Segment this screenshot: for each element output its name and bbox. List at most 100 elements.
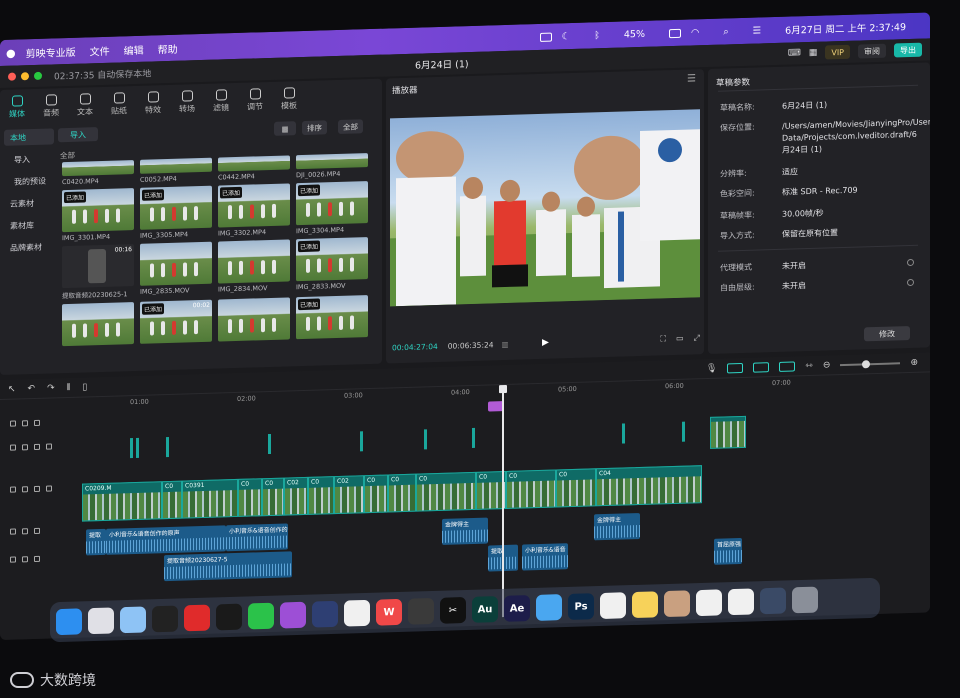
search-icon[interactable]: ⌕ xyxy=(723,26,728,37)
overlay-clip[interactable] xyxy=(682,421,685,442)
media-thumbnail[interactable]: 已添加 IMG_3301.MP4 xyxy=(62,188,134,242)
tool-adjust[interactable]: 调节 xyxy=(244,88,266,113)
video-clip[interactable]: C0209.M xyxy=(82,481,162,522)
delete-icon[interactable]: ▯ xyxy=(82,382,87,392)
tool-text[interactable]: 文本 xyxy=(74,93,96,118)
lock-icon[interactable] xyxy=(22,486,28,493)
video-clip[interactable]: C0391 xyxy=(182,478,238,519)
video-clip[interactable]: C0 xyxy=(506,469,556,509)
clover-icon[interactable] xyxy=(600,592,626,619)
media-thumbnail[interactable]: 已添加 IMG_3304.MP4 xyxy=(296,181,368,235)
trash-icon[interactable] xyxy=(792,586,818,614)
import-button[interactable]: 导入 xyxy=(58,127,98,143)
video-clip[interactable]: C0 xyxy=(262,477,284,517)
preview-axis-icon[interactable] xyxy=(779,360,796,372)
menu-app-name[interactable]: 剪映专业版 xyxy=(26,43,76,59)
audio-clip[interactable]: 首屈原强 xyxy=(714,537,742,565)
media-thumbnail[interactable] xyxy=(62,302,134,347)
video-clip[interactable]: C0 xyxy=(238,478,262,517)
redo-icon[interactable]: ↷ xyxy=(47,383,55,393)
sidebar-item-brand[interactable]: 品牌素材 xyxy=(4,238,54,255)
media-thumbnail[interactable]: DJI_0026.MP4 xyxy=(296,153,368,179)
photoshop-icon[interactable]: Ps xyxy=(568,593,594,620)
sidebar-item-import[interactable]: 导入 xyxy=(4,150,54,167)
menu-file[interactable]: 文件 xyxy=(90,42,110,58)
video-preview[interactable] xyxy=(390,109,700,307)
tool-template[interactable]: 模板 xyxy=(278,87,300,112)
split-icon[interactable]: ⫴ xyxy=(67,382,71,392)
audio-clip[interactable]: 小利音乐&语音创作的原声 xyxy=(106,525,226,555)
video-clip[interactable]: C0 xyxy=(416,471,476,512)
eye-icon[interactable] xyxy=(34,485,40,492)
speaker-icon[interactable] xyxy=(46,485,52,492)
media-thumbnail[interactable]: 00:16 提取音频20230625-1 xyxy=(62,244,134,300)
netease-music-icon[interactable] xyxy=(184,604,210,632)
overlay-clip[interactable] xyxy=(360,431,363,452)
video-clip[interactable]: C0 xyxy=(308,476,334,515)
audio-clip[interactable]: 小利音乐&语音 xyxy=(522,543,568,571)
mic-icon[interactable]: 🎙 xyxy=(706,363,717,373)
close-window-button[interactable] xyxy=(8,72,16,81)
speaker-icon[interactable] xyxy=(34,527,40,534)
launchpad-icon[interactable] xyxy=(88,607,114,635)
layout-icon[interactable]: ▦ xyxy=(809,48,818,58)
fit-icon[interactable]: ⇿ xyxy=(805,360,813,370)
zoom-window-button[interactable] xyxy=(34,71,42,80)
fullscreen-frame-icon[interactable]: ⛶ xyxy=(660,334,666,344)
play-icon[interactable]: ▶ xyxy=(542,338,549,348)
media-thumbnail[interactable]: IMG_2835.MOV xyxy=(140,241,212,298)
infuse-icon[interactable] xyxy=(344,599,370,627)
audition-icon[interactable]: Au xyxy=(472,596,498,623)
audio-clip[interactable]: 提取 xyxy=(86,528,106,556)
media-thumbnail[interactable]: IMG_2834.MOV xyxy=(218,239,290,295)
control-center-icon[interactable]: ☰ xyxy=(753,25,762,36)
wps-icon[interactable]: W xyxy=(376,598,402,626)
activity-icon[interactable] xyxy=(216,603,242,631)
battery-icon[interactable] xyxy=(669,28,682,38)
sidebar-item-preset[interactable]: 我的预设 xyxy=(4,172,54,189)
finder-icon[interactable] xyxy=(56,608,82,636)
overlay-clip[interactable] xyxy=(268,433,271,455)
playhead[interactable] xyxy=(502,387,504,618)
ratio-icon[interactable]: ▭ xyxy=(676,334,684,344)
filter-all-button[interactable]: 全部 xyxy=(338,119,363,134)
lock-icon[interactable] xyxy=(22,556,28,563)
audio-clip[interactable]: 金牌得主 xyxy=(594,513,640,541)
sidebar-item-local[interactable]: 本地 xyxy=(4,128,54,146)
lock-icon[interactable] xyxy=(22,444,28,451)
media-thumbnail[interactable]: 已添加 IMG_3302.MP4 xyxy=(218,183,290,238)
bluetooth-icon[interactable]: ᛒ xyxy=(594,30,600,41)
tool-filter[interactable]: 滤镜 xyxy=(210,89,232,114)
keyboard-icon[interactable]: ⌨ xyxy=(788,48,801,58)
zoom-slider[interactable] xyxy=(840,361,901,366)
finalcut-icon[interactable] xyxy=(408,597,434,625)
menu-help[interactable]: 帮助 xyxy=(158,40,178,56)
eye-icon[interactable] xyxy=(34,443,40,450)
overlay-clip[interactable] xyxy=(424,429,427,450)
undo-icon[interactable]: ↶ xyxy=(28,383,36,393)
overlay-clip[interactable] xyxy=(130,438,133,459)
audio-clip[interactable]: 小利音乐&语音创作的 xyxy=(226,523,288,552)
export-button[interactable]: 导出 xyxy=(894,42,922,58)
speaker-icon[interactable] xyxy=(34,555,40,562)
magnet-icon[interactable] xyxy=(753,361,770,373)
video-clip[interactable]: C02 xyxy=(334,475,364,515)
video-clip[interactable]: C0 xyxy=(364,474,388,514)
tool-audio[interactable]: 音频 xyxy=(40,94,62,119)
clock[interactable]: 6月27日 周二 上午 2:37:49 xyxy=(785,19,906,37)
vip-button[interactable]: VIP xyxy=(825,44,850,60)
info-icon[interactable] xyxy=(907,278,914,287)
media-thumbnail[interactable]: 已添加 IMG_3305.MP4 xyxy=(140,185,212,240)
media-thumbnail[interactable]: C0420.MP4 xyxy=(62,160,134,186)
link-icon[interactable] xyxy=(727,362,744,373)
overlay-clip[interactable] xyxy=(136,437,139,458)
safari2-icon[interactable] xyxy=(536,594,562,621)
overlay-clip[interactable] xyxy=(472,427,475,448)
apple-icon[interactable]: ● xyxy=(6,46,16,59)
video-clip[interactable]: C0 xyxy=(162,480,182,520)
wechat-icon[interactable] xyxy=(248,602,274,630)
audio-clip[interactable]: 提取音频20230627-5 xyxy=(164,551,292,582)
eye-icon[interactable] xyxy=(22,420,28,427)
speaker-icon[interactable] xyxy=(34,419,40,426)
lock-icon[interactable] xyxy=(22,528,28,535)
